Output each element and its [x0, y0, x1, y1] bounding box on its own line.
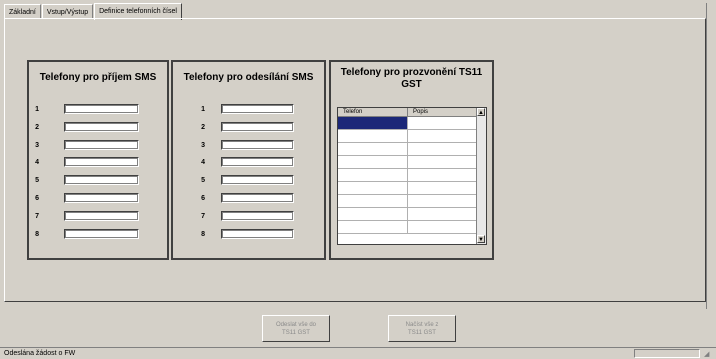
row-number: 3 [201, 141, 205, 149]
resize-grip-icon[interactable]: ◢ [704, 350, 709, 358]
grid-cell[interactable] [338, 221, 408, 234]
row-number: 6 [201, 194, 205, 202]
grid-cell[interactable] [338, 208, 408, 221]
status-panel [634, 349, 700, 358]
send-phone-input-7[interactable] [221, 211, 294, 221]
grid-cell[interactable] [408, 156, 477, 169]
status-text: Odeslána žádost o FW [4, 350, 76, 357]
row-number: 7 [201, 212, 205, 220]
grid-cell[interactable] [408, 117, 477, 130]
tab-input-output[interactable]: Vstup/Výstup [41, 4, 94, 19]
receive-row-1: 1 [29, 103, 139, 115]
grid-scrollbar[interactable]: ▲ ▼ [476, 108, 486, 244]
receive-phone-input-6[interactable] [64, 193, 139, 203]
send-row-3: 3 [195, 139, 294, 151]
receive-row-8: 8 [29, 228, 139, 240]
grid-cell-selected[interactable] [338, 117, 408, 130]
grid-cell[interactable] [338, 143, 408, 156]
row-number: 5 [201, 176, 205, 184]
receive-row-7: 7 [29, 210, 139, 222]
send-phone-input-3[interactable] [221, 140, 294, 150]
row-number: 2 [201, 123, 205, 131]
receive-phone-input-1[interactable] [64, 104, 139, 114]
send-row-1: 1 [195, 103, 294, 115]
send-row-7: 7 [195, 210, 294, 222]
receive-row-3: 3 [29, 139, 139, 151]
row-number: 1 [35, 105, 39, 113]
row-number: 6 [35, 194, 39, 202]
scroll-down-arrow-icon[interactable]: ▼ [477, 235, 485, 243]
send-row-6: 6 [195, 192, 294, 204]
grid-cell[interactable] [408, 195, 477, 208]
grid-cell[interactable] [408, 221, 477, 234]
grid-cell[interactable] [408, 130, 477, 143]
send-phone-input-2[interactable] [221, 122, 294, 132]
receive-phone-input-7[interactable] [64, 211, 139, 221]
row-number: 4 [35, 158, 39, 166]
scroll-up-arrow-icon[interactable]: ▲ [477, 108, 485, 116]
receive-phone-input-5[interactable] [64, 175, 139, 185]
receive-row-2: 2 [29, 121, 139, 133]
row-number: 2 [35, 123, 39, 131]
grid-cell[interactable] [338, 130, 408, 143]
receive-sms-group: Telefony pro příjem SMS 1 2 3 4 5 6 7 8 [27, 60, 169, 260]
app-window: Základní Vstup/Výstup Definice telefonní… [0, 0, 716, 359]
send-phone-input-5[interactable] [221, 175, 294, 185]
ring-ts11-group: Telefony pro prozvonění TS11 GST Telefon… [329, 60, 494, 260]
ring-ts11-title: Telefony pro prozvonění TS11 GST [340, 67, 483, 90]
read-all-button[interactable]: Načíst vše z TS11 GST [388, 315, 456, 342]
grid-header-description[interactable]: Popis [408, 108, 477, 117]
send-row-8: 8 [195, 228, 294, 240]
send-phone-input-1[interactable] [221, 104, 294, 114]
grid-cell[interactable] [408, 182, 477, 195]
ring-phone-grid[interactable]: Telefon Popis ▲ ▼ [337, 107, 487, 245]
tab-basic[interactable]: Základní [4, 4, 41, 19]
send-phone-input-6[interactable] [221, 193, 294, 203]
receive-phone-input-2[interactable] [64, 122, 139, 132]
receive-phone-input-3[interactable] [64, 140, 139, 150]
grid-cell[interactable] [408, 208, 477, 221]
tab-strip: Základní Vstup/Výstup Definice telefonní… [4, 3, 183, 20]
row-number: 8 [35, 230, 39, 238]
row-number: 4 [201, 158, 205, 166]
grid-cell[interactable] [338, 182, 408, 195]
send-sms-title: Telefony pro odesílání SMS [183, 72, 314, 83]
window-scrollbar[interactable] [706, 3, 715, 309]
grid-cell[interactable] [338, 195, 408, 208]
row-number: 8 [201, 230, 205, 238]
receive-row-6: 6 [29, 192, 139, 204]
row-number: 7 [35, 212, 39, 220]
receive-row-5: 5 [29, 174, 139, 186]
receive-phone-input-8[interactable] [64, 229, 139, 239]
send-row-4: 4 [195, 156, 294, 168]
send-all-button[interactable]: Odeslat vše do TS11 GST [262, 315, 330, 342]
grid-cell[interactable] [408, 169, 477, 182]
row-number: 1 [201, 105, 205, 113]
receive-sms-title: Telefony pro příjem SMS [39, 72, 157, 83]
send-sms-group: Telefony pro odesílání SMS 1 2 3 4 5 6 7… [171, 60, 326, 260]
send-row-5: 5 [195, 174, 294, 186]
send-row-2: 2 [195, 121, 294, 133]
send-phone-input-4[interactable] [221, 157, 294, 167]
row-number: 3 [35, 141, 39, 149]
grid-header-phone[interactable]: Telefon [338, 108, 408, 117]
grid-cell[interactable] [338, 169, 408, 182]
status-bar: Odeslána žádost o FW [0, 347, 716, 359]
receive-row-4: 4 [29, 156, 139, 168]
grid-cell[interactable] [338, 156, 408, 169]
receive-phone-input-4[interactable] [64, 157, 139, 167]
send-phone-input-8[interactable] [221, 229, 294, 239]
grid-cell[interactable] [408, 143, 477, 156]
row-number: 5 [35, 176, 39, 184]
